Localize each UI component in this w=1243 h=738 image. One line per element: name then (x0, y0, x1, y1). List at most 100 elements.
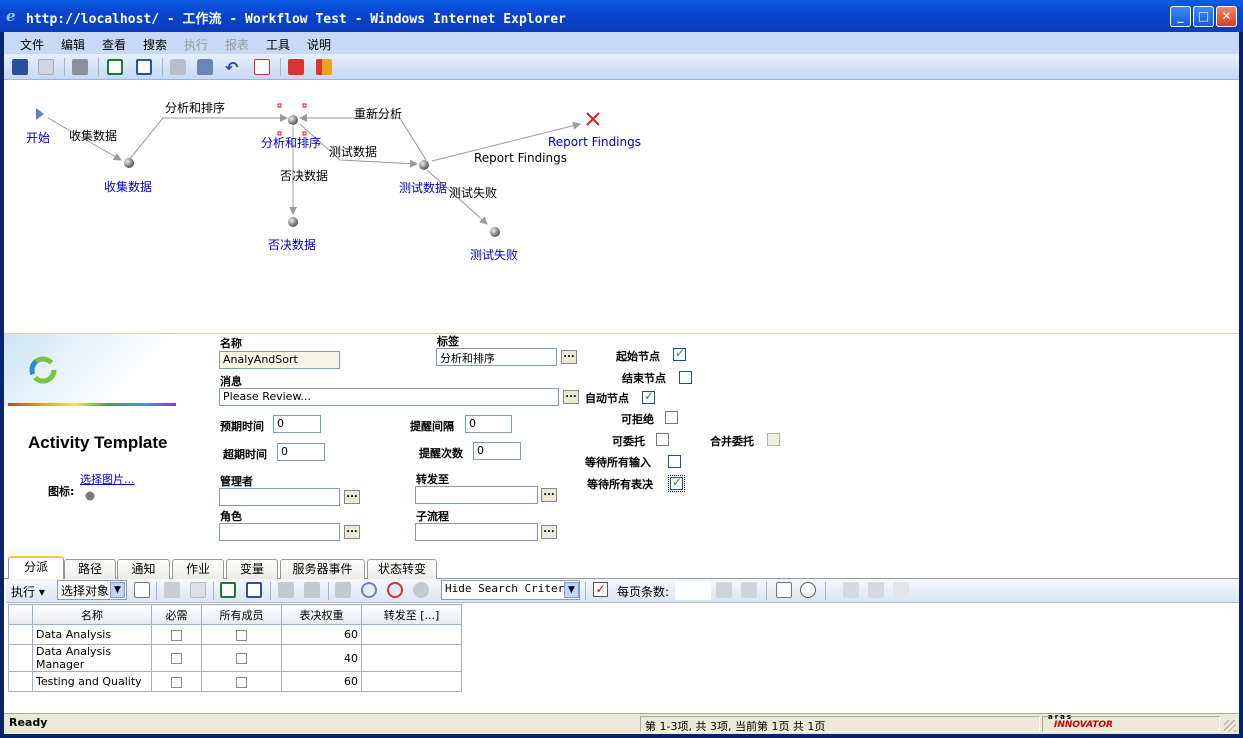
new-item-icon[interactable] (134, 582, 150, 598)
auto-node-checkbox[interactable] (642, 389, 655, 404)
cell-name[interactable]: Testing and Quality (32, 671, 152, 692)
tab-state-transitions[interactable]: 状态转变 (367, 559, 437, 579)
node-label-report[interactable]: Report Findings (548, 135, 641, 149)
cell-name[interactable]: Data Analysis (32, 624, 152, 645)
next-page-icon (741, 582, 757, 598)
start-node-checkbox[interactable] (673, 346, 686, 361)
resize-grip[interactable] (1224, 720, 1236, 732)
tab-server-events[interactable]: 服务器事件 (280, 559, 365, 579)
clear-search-icon[interactable] (387, 582, 403, 598)
search-icon[interactable] (361, 582, 377, 598)
name-field[interactable]: AnalyAndSort (219, 351, 340, 369)
search-mode-dropdown[interactable]: Hide Search Criteria (441, 580, 580, 600)
wait-all-inputs-checkbox[interactable] (668, 455, 681, 468)
path-label-test-report: Report Findings (474, 151, 567, 165)
all-members-checkbox[interactable] (236, 653, 247, 664)
node-label-start[interactable]: 开始 (26, 129, 50, 146)
path-label-analyze-test: 测试数据 (329, 145, 378, 159)
link-icon[interactable] (800, 582, 816, 598)
grid-word-icon[interactable] (246, 582, 262, 598)
cell-name[interactable]: Data Analysis Manager (32, 644, 152, 672)
cell-required[interactable] (151, 624, 202, 645)
cell-forward[interactable] (361, 624, 462, 645)
column-header-all-members[interactable]: 所有成员 (201, 604, 282, 625)
node-label-fail[interactable]: 测试失败 (470, 246, 518, 263)
grid-excel-icon[interactable] (220, 582, 236, 598)
cell-required[interactable] (151, 671, 202, 692)
node-label-test[interactable]: 测试数据 (399, 179, 447, 196)
start-node-label: 起始节点 (616, 350, 660, 363)
cell-all-members[interactable] (201, 644, 282, 672)
paging-toggle-icon[interactable]: ✓ (593, 582, 608, 597)
tab-jobs[interactable]: 作业 (172, 559, 224, 579)
manager-field[interactable] (219, 488, 340, 506)
choose-image-link[interactable]: 选择图片... (80, 471, 135, 487)
workflow-diagram (36, 103, 600, 237)
tag-field[interactable]: 分析和排序 (436, 348, 557, 366)
required-checkbox[interactable] (171, 676, 182, 688)
node-label-reject[interactable]: 否决数据 (268, 236, 316, 253)
cell-forward[interactable] (361, 671, 462, 692)
all-members-checkbox[interactable] (236, 629, 247, 641)
auto-node-label: 自动节点 (585, 392, 629, 405)
start-node-icon (36, 108, 44, 120)
timeout-field[interactable]: 0 (277, 443, 325, 461)
node-label-collect[interactable]: 收集数据 (104, 178, 152, 195)
required-checkbox[interactable] (171, 629, 182, 641)
tab-paths[interactable]: 路径 (64, 559, 116, 579)
role-field[interactable] (219, 523, 340, 541)
column-header-forward[interactable]: 转发至 [...] (361, 604, 462, 625)
cell-weight[interactable]: 60 (281, 671, 362, 692)
cell-weight[interactable]: 40 (281, 644, 362, 672)
chevron-down-icon[interactable]: ▼ (564, 582, 579, 598)
cell-required[interactable] (151, 644, 202, 672)
per-page-field[interactable] (675, 581, 711, 600)
toolbar-separator (156, 582, 157, 600)
per-page-label: 每页条数: (617, 585, 670, 599)
wait-all-votes-checkbox[interactable] (668, 475, 685, 492)
tag-picker-button[interactable]: ... (561, 350, 577, 364)
toolbar-separator (270, 582, 271, 600)
end-node-checkbox[interactable] (679, 371, 692, 384)
subflow-field[interactable] (415, 523, 538, 541)
tab-assignments[interactable]: 分派 (8, 556, 64, 580)
can-refuse-checkbox[interactable] (665, 411, 678, 424)
toolbar-separator (585, 582, 586, 600)
node-icon-preview (85, 491, 95, 501)
table-row[interactable]: Testing and Quality 60 (8, 671, 462, 692)
cell-forward[interactable] (361, 644, 462, 672)
can-delegate-checkbox[interactable] (656, 433, 669, 446)
manager-picker-button[interactable]: ... (344, 490, 360, 504)
row-selector[interactable] (8, 624, 33, 645)
message-picker-button[interactable]: ... (563, 390, 579, 404)
previous-page-icon (716, 582, 732, 598)
remind-interval-label: 提醒间隔 (410, 420, 454, 433)
cell-all-members[interactable] (201, 624, 282, 645)
forward-field[interactable] (415, 486, 538, 504)
node-label-analyze[interactable]: 分析和排序 (261, 134, 321, 151)
cell-weight[interactable]: 60 (281, 624, 362, 645)
expected-time-field[interactable]: 0 (273, 415, 321, 433)
subflow-picker-button[interactable]: ... (541, 525, 557, 539)
cell-all-members[interactable] (201, 671, 282, 692)
column-header-weight[interactable]: 表决权重 (281, 604, 362, 625)
tab-notifications[interactable]: 通知 (117, 559, 170, 579)
message-field[interactable]: Please Review... (219, 388, 559, 406)
find-icon[interactable] (776, 582, 792, 598)
remind-interval-field[interactable]: 0 (465, 415, 512, 433)
required-checkbox[interactable] (171, 653, 182, 664)
tab-variables[interactable]: 变量 (226, 559, 278, 579)
column-header-name[interactable]: 名称 (32, 604, 152, 625)
all-members-checkbox[interactable] (236, 676, 247, 688)
forward-picker-button[interactable]: ... (541, 488, 557, 502)
table-row[interactable]: Data Analysis Manager 40 (8, 644, 462, 672)
row-selector[interactable] (8, 644, 33, 672)
merge-delegate-label: 合并委托 (710, 435, 754, 448)
role-picker-button[interactable]: ... (344, 525, 360, 539)
chevron-down-icon[interactable]: ▼ (110, 582, 125, 598)
table-row[interactable]: Data Analysis 60 (8, 624, 462, 645)
remind-count-field[interactable]: 0 (473, 442, 521, 460)
column-header-required[interactable]: 必需 (151, 604, 202, 625)
execute-menu[interactable]: 执行 ▾ (11, 583, 45, 600)
row-selector[interactable] (8, 671, 33, 692)
